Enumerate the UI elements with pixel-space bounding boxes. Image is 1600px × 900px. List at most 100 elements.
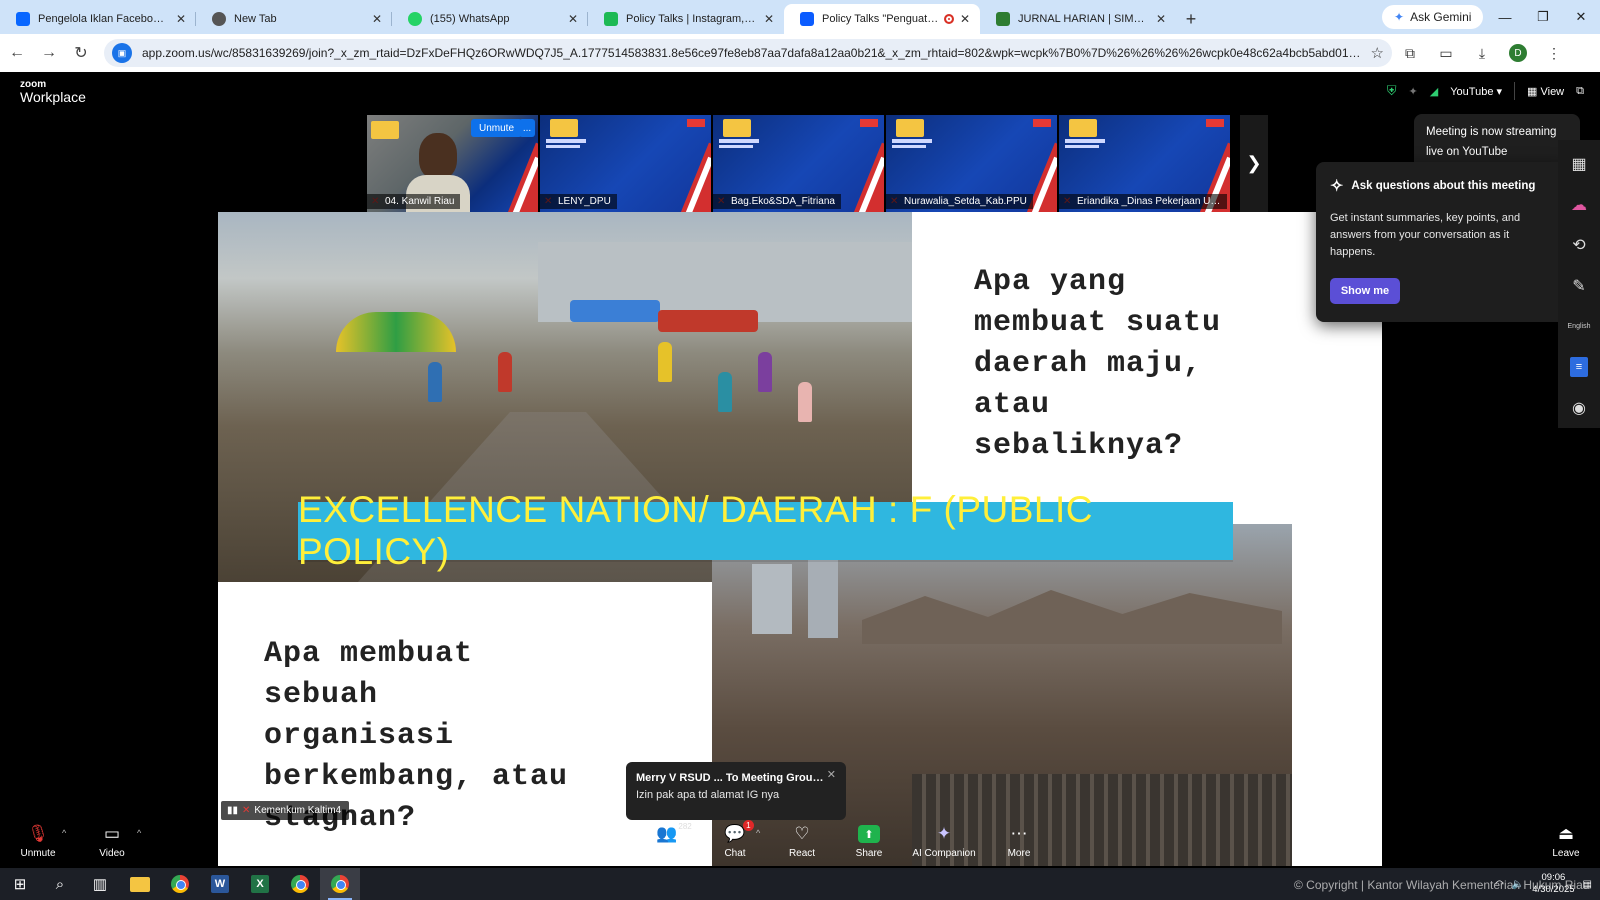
zoom-logo: zoom Workplace [20,79,86,105]
heart-icon: ♡ [794,824,810,843]
close-icon[interactable]: ✕ [1156,12,1166,26]
wifi-icon[interactable]: ◠ [1495,879,1504,890]
chevron-up-icon[interactable]: ^ [62,828,66,838]
download-icon[interactable]: ⤓ [1464,38,1500,68]
zoom-header: zoom Workplace ⛨ ✦ ◢ YouTube ▾ ▦ View ⧉ [0,72,1600,112]
chrome-profile-icon[interactable] [280,868,320,900]
unmute-button[interactable]: 🎙 Unmute [18,822,58,868]
chrome-active-icon[interactable] [320,868,360,900]
chevron-up-icon[interactable]: ^ [756,828,760,838]
share-button[interactable]: ⬆ Share [855,822,883,868]
close-window-icon[interactable]: ✕ [1562,0,1600,34]
close-icon[interactable]: ✕ [960,12,970,26]
ai-companion-button[interactable]: ✦ AI Companion [912,822,976,868]
chevron-right-icon[interactable]: ❯ [1240,115,1268,212]
signal-icon[interactable]: ◢ [1430,85,1438,98]
kebab-menu-icon[interactable]: ⋮ [1536,38,1572,68]
close-icon[interactable]: ✕ [176,12,186,26]
participant-video [406,133,470,212]
leave-label: Leave [1552,848,1580,859]
view-button[interactable]: ▦ View [1527,85,1564,98]
chat-button[interactable]: 💬 1 Chat [722,820,754,868]
sparkle-icon: ✧ [1330,178,1344,195]
reload-icon[interactable]: ↻ [66,38,96,68]
tab-label: JURNAL HARIAN | SIMPEG VER [1018,13,1150,25]
close-icon[interactable]: ✕ [764,12,774,26]
captions-language[interactable]: English [1558,306,1600,347]
close-icon[interactable]: ✕ [372,12,382,26]
participants-label: Participants [640,848,694,859]
search-icon[interactable]: ⌕ [40,868,80,900]
participant-more-button[interactable]: ... [519,119,535,137]
notes-icon[interactable]: ≡ [1558,347,1600,388]
more-label: More [1007,848,1031,859]
speaker-name: Kemenkum Kaltim4 [254,805,342,816]
more-dots-icon: ⋯ [1010,824,1028,843]
file-explorer-icon[interactable] [120,868,160,900]
right-side-panel: ▦ ☁ ⟲ ✎ English ≡ ◉ [1558,140,1600,428]
signal-bars-icon: ▮▮ [227,805,239,816]
stream-target-button[interactable]: YouTube ▾ [1450,85,1502,98]
whiteboard-icon[interactable]: ☁ [1558,185,1600,226]
tab-zoom-meeting[interactable]: Policy Talks "Penguatan Per ✕ [784,4,980,34]
participant-tile[interactable]: ✕ Nurawalia_Setda_Kab.PPU [886,115,1057,212]
chrome-icon[interactable] [160,868,200,900]
task-view-icon[interactable]: ▥ [80,868,120,900]
react-button[interactable]: ♡ React [788,822,816,868]
chevron-up-icon[interactable]: ^ [137,828,141,838]
close-icon[interactable]: ✕ [568,12,578,26]
participant-tile[interactable]: ✕ Bag.Eko&SDA_Fitriana [713,115,884,212]
restore-icon[interactable]: ❐ [1524,0,1562,34]
more-button[interactable]: ⋯ More [1006,822,1032,868]
encryption-shield-icon[interactable]: ⛨ [1387,83,1397,99]
fullscreen-icon[interactable]: ⧉ [1576,85,1584,98]
app-icon [604,12,618,26]
chat-notification[interactable]: Merry V RSUD ... To Meeting Group... Izi… [626,762,846,820]
camera-icon[interactable]: ◉ [1558,387,1600,428]
apps-sparkle-icon[interactable]: ✦ [1409,85,1418,98]
notification-icon[interactable]: ▤ [1583,879,1592,890]
tab-whatsapp[interactable]: (155) WhatsApp ✕ [392,4,588,34]
tab-facebook-ads[interactable]: Pengelola Iklan Facebook: Peng ✕ [0,4,196,34]
profile-avatar[interactable]: D [1500,38,1536,68]
participant-tile[interactable]: ✕ Eriandika _Dinas Pekerjaan Umu... [1059,115,1230,212]
participant-tile[interactable]: Unmute ... ✕ 04. Kanwil Riau [367,115,538,212]
tab-simpeg[interactable]: JURNAL HARIAN | SIMPEG VER ✕ [980,4,1176,34]
new-tab-button[interactable]: + [1176,4,1206,34]
word-icon[interactable]: W [200,868,240,900]
site-info-icon[interactable]: ▣ [112,43,132,63]
leave-button[interactable]: ⏏ Leave [1552,822,1580,868]
address-bar-row: ← → ↻ ▣ app.zoom.us/wc/85831639269/join?… [0,34,1600,72]
minimize-icon[interactable]: — [1486,0,1524,34]
show-me-button[interactable]: Show me [1330,278,1400,304]
back-icon[interactable]: ← [2,38,32,68]
extensions-icon[interactable]: ⧉ [1392,38,1428,68]
whatsapp-icon [408,12,422,26]
clock[interactable]: 09:06 4/30/2025 [1532,872,1574,896]
volume-icon[interactable]: 🔈 [1512,879,1524,890]
bookmark-star-icon[interactable]: ☆ [1371,44,1384,62]
video-button[interactable]: ▭ Video [98,822,126,868]
tab-label: Policy Talks "Penguatan Per [822,13,940,25]
apps-grid-icon[interactable]: ▦ [1558,144,1600,185]
annotate-pen-icon[interactable]: ✎ [1558,266,1600,307]
recording-icon [943,14,954,24]
summary-icon[interactable]: ⟲ [1558,225,1600,266]
cast-icon[interactable]: ▭ [1428,38,1464,68]
participant-tile[interactable]: ✕ LENY_DPU [540,115,711,212]
chat-sender: Merry V RSUD ... To Meeting Group... [636,772,826,784]
unmute-participant-button[interactable]: Unmute [471,119,523,137]
meeting-toolbar: 🎙 Unmute ^ ▭ Video ^ 👥 282 Participants 💬… [0,820,1600,868]
windows-start-icon[interactable]: ⊞ [0,868,40,900]
popover-title: Ask questions about this meeting [1351,180,1536,192]
video-camera-icon: ▭ [103,824,121,843]
close-icon[interactable]: ✕ [827,768,836,781]
tab-new-tab[interactable]: New Tab ✕ [196,4,392,34]
excel-icon[interactable]: X [240,868,280,900]
participant-name: Bag.Eko&SDA_Fitriana [713,194,841,209]
ask-gemini-button[interactable]: ✦ Ask Gemini [1382,5,1484,29]
participants-button[interactable]: 👥 282 Participants [640,822,694,868]
tab-policy-talks-social[interactable]: Policy Talks | Instagram, X, Face ✕ [588,4,784,34]
forward-icon[interactable]: → [34,38,64,68]
url-input[interactable]: ▣ app.zoom.us/wc/85831639269/join?_x_zm_… [104,39,1392,67]
